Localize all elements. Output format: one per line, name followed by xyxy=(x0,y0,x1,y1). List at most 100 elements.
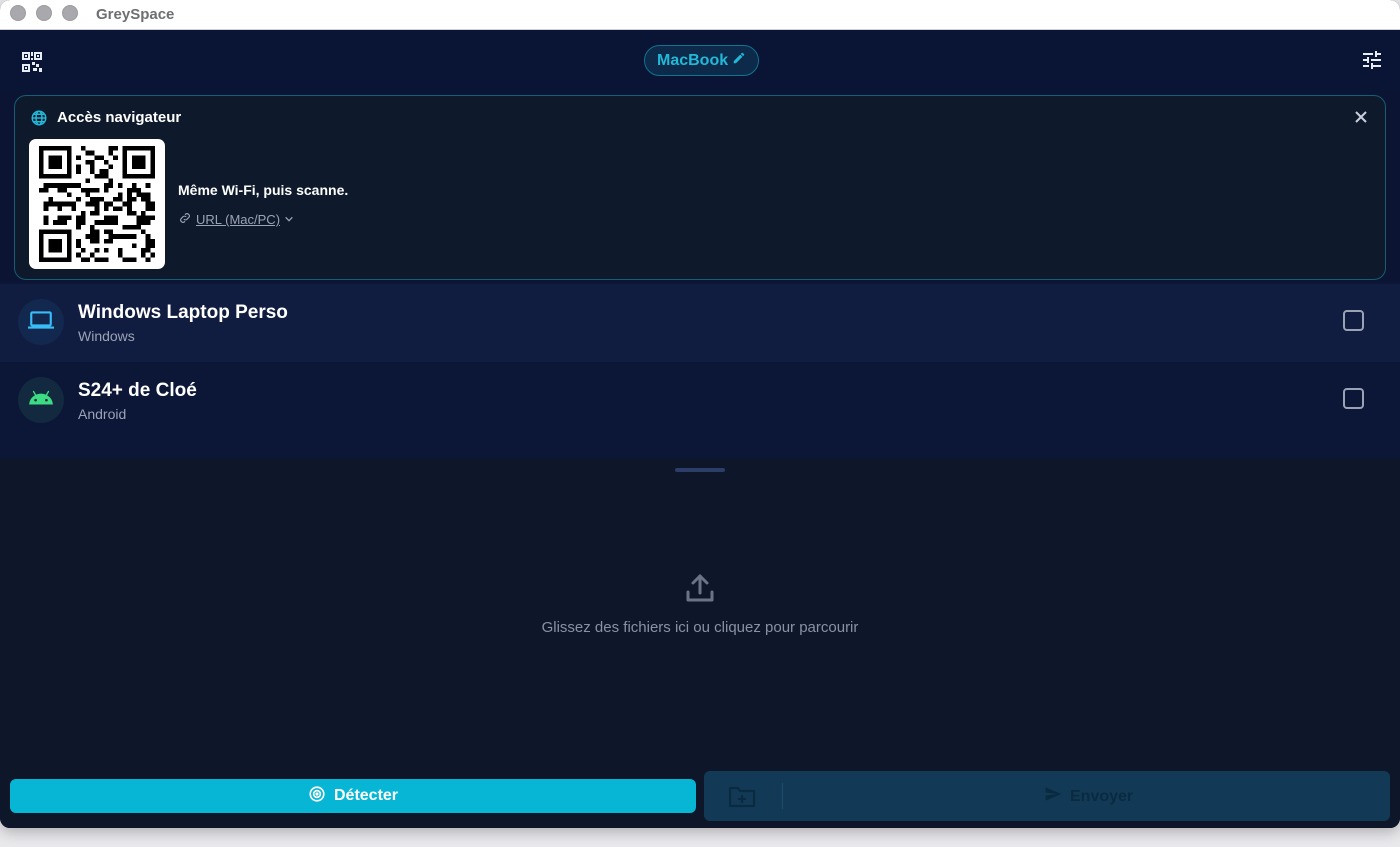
qr-module xyxy=(52,146,58,151)
qr-module xyxy=(94,173,100,179)
qr-module xyxy=(117,197,123,202)
globe-icon xyxy=(30,109,48,127)
qr-module xyxy=(48,183,53,188)
qr-module xyxy=(48,146,53,151)
qr-module xyxy=(141,159,146,165)
qr-module xyxy=(57,173,63,179)
qr-module xyxy=(103,248,109,253)
qr-module xyxy=(90,197,95,202)
qr-module xyxy=(122,164,128,170)
qr-module xyxy=(39,169,44,174)
qr-module xyxy=(117,192,123,198)
qr-module xyxy=(71,206,77,211)
send-button[interactable]: Envoyer xyxy=(1044,785,1133,808)
qr-module xyxy=(145,146,151,151)
qr-module xyxy=(150,146,155,151)
qr-module xyxy=(94,197,100,202)
qr-module xyxy=(127,173,132,179)
window-zoom-button[interactable] xyxy=(62,5,78,21)
link-icon xyxy=(178,211,192,228)
qr-module xyxy=(66,257,72,262)
qr-module xyxy=(43,215,49,221)
qr-module xyxy=(103,206,109,211)
qr-module xyxy=(39,187,44,193)
qr-module xyxy=(52,248,58,253)
qr-module xyxy=(113,197,118,202)
qr-module xyxy=(57,238,63,244)
qr-module xyxy=(43,187,49,193)
device-checkbox[interactable] xyxy=(1343,388,1364,409)
qr-module xyxy=(80,220,86,225)
qr-module xyxy=(85,234,91,239)
qr-module xyxy=(131,183,137,188)
qr-module xyxy=(80,248,86,253)
qr-module xyxy=(122,169,128,174)
access-card-title: Accès navigateur xyxy=(57,109,182,126)
qr-module xyxy=(43,201,49,207)
window-minimize-button[interactable] xyxy=(36,5,52,21)
qr-module xyxy=(150,164,155,170)
qr-module xyxy=(85,159,91,165)
window-close-button[interactable] xyxy=(10,5,26,21)
folder-plus-icon[interactable] xyxy=(728,784,756,808)
qr-module xyxy=(57,155,63,160)
device-checkbox[interactable] xyxy=(1343,310,1364,331)
qr-module xyxy=(141,173,146,179)
qr-module xyxy=(80,215,86,221)
qr-module xyxy=(145,243,151,249)
qr-module xyxy=(66,192,72,198)
qr-module xyxy=(52,201,58,207)
qr-module xyxy=(57,187,63,193)
qr-module xyxy=(52,173,58,179)
qr-module xyxy=(43,229,49,235)
url-selector[interactable]: URL (Mac/PC) xyxy=(178,211,294,228)
qr-module xyxy=(103,238,109,244)
qr-module xyxy=(57,183,63,188)
qr-module xyxy=(57,164,63,170)
qr-module xyxy=(145,197,151,202)
qr-module xyxy=(108,150,114,156)
qr-module xyxy=(66,146,72,151)
qr-module xyxy=(141,197,146,202)
qr-module xyxy=(85,178,91,184)
upload-icon xyxy=(684,572,716,604)
qr-module xyxy=(145,248,151,253)
qr-module xyxy=(57,220,63,225)
qr-module xyxy=(150,155,155,160)
sliders-icon[interactable] xyxy=(1360,48,1384,72)
header: MacBook xyxy=(0,30,1400,92)
qr-module xyxy=(90,187,95,193)
qr-module xyxy=(48,164,53,170)
resize-handle[interactable] xyxy=(675,468,725,472)
close-icon[interactable] xyxy=(1353,109,1369,125)
qr-module xyxy=(48,201,53,207)
qr-module xyxy=(108,220,114,225)
file-drop-zone[interactable]: Glissez des fichiers ici ou cliquez pour… xyxy=(0,458,1400,770)
device-row[interactable]: Windows Laptop Perso Windows xyxy=(0,284,1400,362)
qr-module xyxy=(52,155,58,160)
qr-module xyxy=(39,234,44,239)
qr-module xyxy=(117,234,123,239)
qr-module xyxy=(48,257,53,262)
qr-module xyxy=(57,206,63,211)
qr-module xyxy=(150,159,155,165)
device-os: Android xyxy=(78,406,127,422)
qr-module xyxy=(57,243,63,249)
qr-module xyxy=(62,257,67,262)
detect-button[interactable]: Détecter xyxy=(10,779,696,813)
qr-module xyxy=(117,206,123,211)
qr-module xyxy=(103,201,109,207)
qr-module xyxy=(117,248,123,253)
qr-module xyxy=(136,215,142,221)
qr-module xyxy=(76,183,81,188)
qr-module xyxy=(141,252,146,258)
device-row[interactable]: S24+ de Cloé Android xyxy=(0,362,1400,440)
qr-module xyxy=(66,201,72,207)
qr-module xyxy=(76,197,81,202)
qr-module xyxy=(145,192,151,198)
qr-module xyxy=(43,173,49,179)
qr-module xyxy=(150,215,155,221)
chevron-down-icon xyxy=(284,212,294,227)
qr-code-icon[interactable] xyxy=(20,50,44,74)
device-name-button[interactable]: MacBook xyxy=(644,45,760,76)
